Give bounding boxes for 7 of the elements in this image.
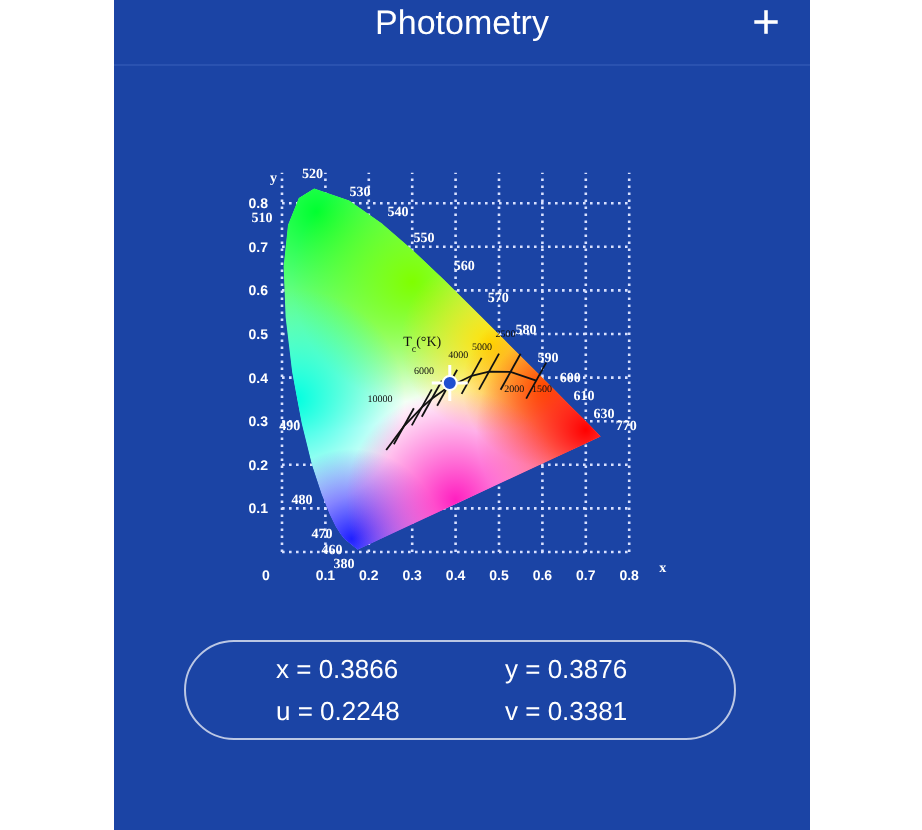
reading-value: u = 0.2248 xyxy=(276,693,400,730)
measurement-point xyxy=(431,365,468,401)
reading-value: v = 0.3381 xyxy=(505,693,628,730)
add-icon[interactable]: + xyxy=(751,0,780,48)
reading-value: y = 0.3876 xyxy=(505,651,628,688)
reading-value: x = 0.3866 xyxy=(276,651,399,688)
screen-title: Photometry xyxy=(375,2,549,46)
